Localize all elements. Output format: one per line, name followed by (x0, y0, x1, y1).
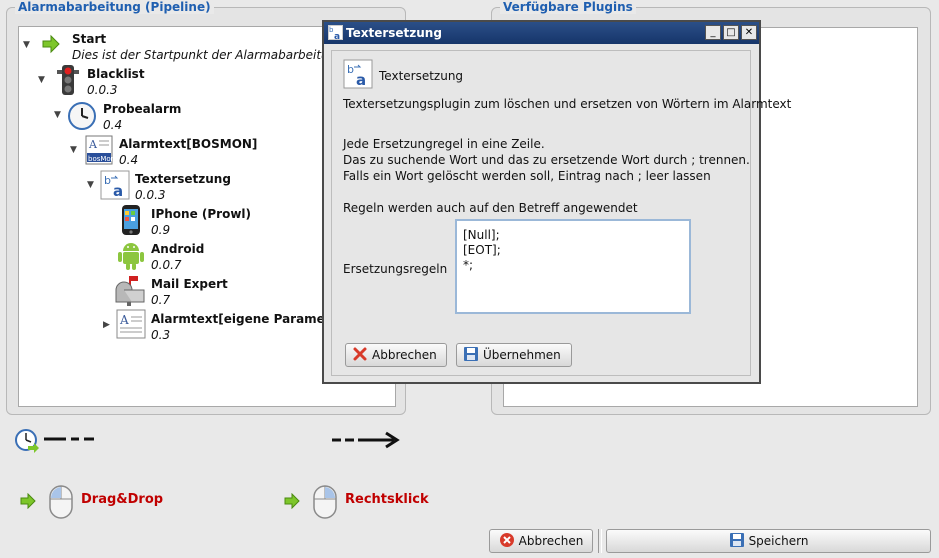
mouse-left-icon (48, 484, 74, 523)
rule-line: [EOT]; (463, 243, 501, 257)
node-name: IPhone (Prowl) (151, 207, 252, 221)
apply-button[interactable]: Übernehmen (456, 343, 572, 367)
document-icon: A (116, 309, 146, 339)
green-arrow-icon (40, 33, 70, 63)
svg-text:b: b (104, 174, 111, 187)
svg-text:A: A (119, 313, 129, 327)
close-button[interactable]: ✕ (741, 25, 757, 40)
dialog-cancel-button[interactable]: Abbrechen (345, 343, 447, 367)
minimize-button[interactable]: _ (705, 25, 721, 40)
dialog-note: Regeln werden auch auf den Betreff angew… (343, 201, 638, 215)
dialog-body: ba Textersetzung Textersetzungsplugin zu… (331, 50, 791, 376)
rule-line: [Null]; (463, 228, 500, 242)
footer-cancel-button[interactable]: Abbrechen (489, 529, 593, 553)
node-name: Start (72, 32, 107, 46)
dialog-title: Textersetzung (346, 26, 442, 40)
node-name: Blacklist (87, 67, 145, 81)
node-version: 0.7 (151, 293, 171, 307)
clock-legend-icon (14, 428, 40, 457)
textersetzung-dialog: ba Textersetzung _ □ ✕ ba Textersetzung … (322, 20, 791, 384)
expand-arrow-icon[interactable]: ▼ (54, 110, 61, 120)
node-version: 0.9 (151, 223, 171, 237)
rules-textarea[interactable]: [Null]; [EOT]; *; (455, 219, 691, 314)
svg-text:bosMon: bosMon (88, 155, 114, 163)
dashed-line-icon (44, 432, 96, 449)
rightclick-label: Rechtsklick (345, 492, 429, 507)
svg-text:a: a (356, 71, 366, 89)
dialog-app-icon: ba (328, 25, 343, 43)
apply-label: Übernehmen (483, 348, 561, 362)
node-description: Dies ist der Startpunkt der Alarmabarbei… (72, 48, 344, 62)
text-replace-icon: ba (100, 170, 130, 200)
pipeline-panel-title: Alarmabarbeitung (Pipeline) (15, 0, 214, 14)
dialog-header: Textersetzung (379, 69, 464, 83)
expand-arrow-icon[interactable]: ▼ (70, 145, 77, 155)
node-name: Textersetzung (135, 172, 231, 186)
node-version: 0.0.7 (151, 258, 182, 272)
mailbox-icon (114, 274, 145, 306)
save-icon (729, 532, 745, 551)
node-name: Mail Expert (151, 277, 228, 291)
node-version: 0.0.3 (87, 83, 118, 97)
node-name: Alarmtext[BOSMON] (119, 137, 258, 151)
collapse-arrow-icon[interactable]: ▶ (103, 320, 110, 330)
footer-divider (598, 529, 602, 553)
svg-text:a: a (334, 32, 340, 40)
instruction-line: Falls ein Wort gelöscht werden soll, Ein… (343, 169, 711, 183)
node-name: Probealarm (103, 102, 182, 116)
node-name: Android (151, 242, 205, 256)
maximize-button[interactable]: □ (723, 25, 739, 40)
rules-label: Ersetzungsregeln (343, 262, 448, 276)
node-name: Alarmtext[eigene Parameter] (151, 312, 351, 326)
svg-text:A: A (88, 138, 98, 151)
dialog-titlebar[interactable]: ba Textersetzung _ □ ✕ (324, 22, 759, 44)
expand-arrow-icon[interactable]: ▼ (87, 180, 94, 190)
save-button[interactable]: Speichern (606, 529, 931, 553)
green-arrow-icon (284, 492, 300, 512)
text-replace-icon: ba (343, 59, 373, 92)
node-version: 0.4 (103, 118, 123, 132)
dialog-cancel-label: Abbrechen (372, 348, 437, 362)
node-version: 0.0.3 (135, 188, 166, 202)
save-icon (463, 346, 479, 365)
mouse-right-icon (312, 484, 338, 523)
plugins-panel-title: Verfügbare Plugins (500, 0, 636, 14)
traffic-light-icon (55, 64, 85, 95)
dragdrop-label: Drag&Drop (81, 492, 164, 507)
instruction-line: Das zu suchende Wort und das zu ersetzen… (343, 153, 750, 167)
dialog-description: Textersetzungsplugin zum löschen und ers… (343, 97, 792, 111)
cancel-x-icon (352, 346, 368, 365)
green-arrow-icon (20, 492, 36, 512)
footer-cancel-label: Abbrechen (518, 534, 584, 548)
bosmon-document-icon: AbosMon (84, 135, 115, 165)
svg-text:a: a (113, 182, 123, 200)
node-version: 0.4 (119, 153, 139, 167)
node-version: 0.3 (151, 328, 171, 342)
save-label: Speichern (748, 534, 809, 548)
svg-text:b: b (347, 63, 354, 76)
expand-arrow-icon[interactable]: ▼ (38, 75, 45, 85)
expand-arrow-icon[interactable]: ▼ (23, 40, 30, 50)
dashed-arrow-icon (330, 430, 402, 453)
cancel-icon (499, 532, 515, 551)
android-icon (116, 239, 146, 270)
clock-icon (67, 101, 97, 131)
instruction-line: Jede Ersetzungregel in eine Zeile. (343, 137, 545, 151)
rule-line: *; (463, 258, 474, 272)
iphone-icon (118, 204, 148, 235)
